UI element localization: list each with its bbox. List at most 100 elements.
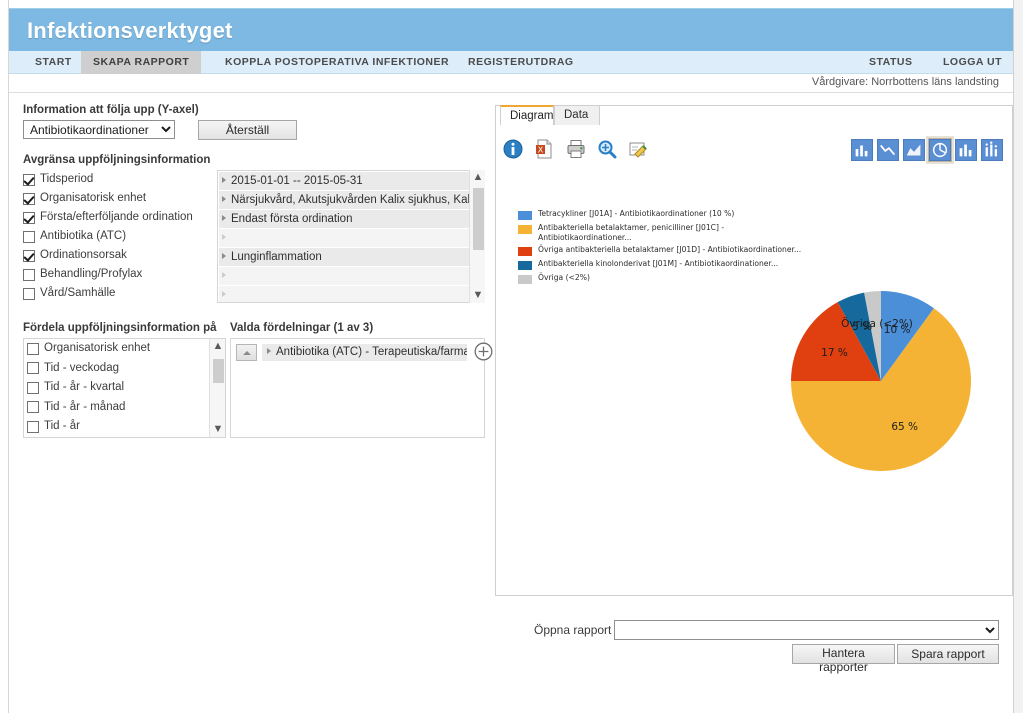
checkbox-unchecked[interactable] (27, 342, 39, 355)
criteria-value-row[interactable] (219, 229, 483, 247)
legend-item: Tetracykliner [J01A] - Antibiotikaordina… (518, 209, 818, 220)
criteria-value-row[interactable]: 2015-01-01 -- 2015-05-31 (219, 172, 483, 190)
line-chart-icon[interactable] (877, 139, 899, 161)
criteria-value-list: 2015-01-01 -- 2015-05-31 Närsjukvård, Aku… (217, 170, 485, 303)
page-left-edge (0, 0, 9, 713)
selected-distribution-chip[interactable]: Antibiotika (ATC) - Terapeutiska/farma (262, 344, 467, 361)
legend-label: Övriga antibakteriella betalaktamer [J01… (538, 245, 802, 254)
info-icon[interactable] (502, 138, 524, 160)
criteria-value-row[interactable]: Lunginflammation (219, 248, 483, 266)
distribution-label: Tid - veckodag (44, 361, 119, 374)
legend-item: Antibakteriella betalaktamer, penicillin… (518, 223, 818, 242)
tab-diagram[interactable]: Diagram (500, 105, 554, 125)
print-icon[interactable] (565, 138, 587, 160)
criteria-label: Ordinationsorsak (40, 249, 127, 261)
chart-type-buttons (847, 136, 1003, 164)
nav-item-start[interactable]: START (23, 51, 84, 74)
distribution-row[interactable]: Tid - år (24, 417, 225, 437)
checkbox-unchecked[interactable] (23, 268, 35, 281)
tab-data[interactable]: Data (554, 105, 600, 125)
bar-chart-icon[interactable] (851, 139, 873, 161)
scroll-up-arrow-icon[interactable]: ▲ (210, 339, 225, 354)
y-axis-select[interactable]: Antibiotikaordinationer (23, 120, 175, 139)
criteria-value-label: Lunginflammation (231, 251, 322, 263)
criteria-row[interactable]: Tidsperiod (23, 170, 215, 189)
legend-swatch (518, 225, 532, 234)
expand-triangle-icon (222, 290, 226, 297)
nav-item-status[interactable]: STATUS (857, 51, 924, 74)
nav-item-skapa-rapport[interactable]: SKAPA RAPPORT (81, 51, 202, 74)
distribution-scrollbar[interactable]: ▲ ▼ (209, 339, 225, 437)
checkbox-unchecked[interactable] (27, 362, 39, 375)
distribution-row[interactable]: Tid - år - månad (24, 398, 225, 418)
column-chart-icon[interactable] (955, 139, 977, 161)
criteria-label: Första/efterföljande ordination (40, 211, 193, 223)
scrollbar-thumb[interactable] (213, 359, 224, 383)
criteria-value-row[interactable]: Endast första ordination (219, 210, 483, 228)
export-excel-icon[interactable]: X (533, 138, 555, 160)
expand-triangle-icon (222, 195, 226, 202)
distribution-row[interactable]: Tid - veckodag (24, 359, 225, 379)
provider-bar: Vårdgivare: Norrbottens läns landsting (9, 74, 1013, 93)
checkbox-unchecked[interactable] (30, 436, 42, 437)
checkbox-checked[interactable] (23, 211, 35, 224)
scroll-down-arrow-icon[interactable]: ▼ (210, 422, 225, 437)
expand-triangle-icon (267, 347, 271, 354)
reset-button[interactable]: Återställ (198, 120, 297, 140)
scroll-up-arrow-icon[interactable]: ▲ (470, 170, 486, 185)
save-report-button[interactable]: Spara rapport (897, 644, 999, 664)
criteria-row[interactable]: Ordinationsorsak (23, 246, 215, 265)
nav-item-logga-ut[interactable]: LOGGA UT (931, 51, 1014, 74)
distribution-label: Organisatorisk enhet (44, 342, 151, 354)
chart-tabs: Diagram Data (495, 105, 1013, 125)
move-up-button[interactable] (236, 344, 257, 361)
criteria-row[interactable]: Organisatorisk enhet (23, 189, 215, 208)
pie-chart-icon[interactable] (926, 136, 954, 164)
criteria-row[interactable]: Antibiotika (ATC) (23, 227, 215, 246)
criteria-value-row[interactable] (219, 267, 483, 285)
criteria-value-label: Närsjukvård, Akutsjukvården Kalix sjukhu… (231, 194, 471, 206)
criteria-row[interactable]: Vård/Samhälle (23, 284, 215, 303)
distribution-label: Tid - år - kvartal (44, 381, 125, 393)
app-header: Infektionsverktyget (9, 8, 1013, 51)
distribution-row-partial[interactable] (24, 436, 225, 437)
checkbox-checked[interactable] (23, 173, 35, 186)
criteria-row[interactable]: Första/efterföljande ordination (23, 208, 215, 227)
open-report-select[interactable] (614, 620, 999, 640)
checkbox-checked[interactable] (23, 249, 35, 262)
edit-chart-icon[interactable] (627, 138, 649, 160)
provider-name: Vårdgivare: Norrbottens läns landsting (811, 76, 999, 88)
criteria-value-row[interactable]: Närsjukvård, Akutsjukvården Kalix sjukhu… (219, 191, 483, 209)
distribution-row[interactable]: Tid - år - kvartal (24, 378, 225, 398)
distribution-row[interactable]: Organisatorisk enhet (24, 339, 225, 359)
criteria-scrollbar[interactable]: ▲ ▼ (469, 170, 485, 303)
chart-legend: Tetracykliner [J01A] - Antibiotikaordina… (518, 209, 818, 287)
checkbox-unchecked[interactable] (23, 230, 35, 243)
main-navigation: START SKAPA RAPPORT KOPPLA POSTOPERATIVA I… (9, 51, 1013, 74)
area-chart-icon[interactable] (903, 139, 925, 161)
scroll-down-arrow-icon[interactable]: ▼ (470, 288, 486, 303)
zoom-in-icon[interactable] (596, 138, 618, 160)
manage-reports-button[interactable]: Hantera rapporter (792, 644, 895, 674)
criteria-value-label: Endast första ordination (231, 213, 353, 225)
checkbox-unchecked[interactable] (23, 287, 35, 300)
checkbox-unchecked[interactable] (27, 381, 39, 394)
page-scrollbar-track[interactable] (1013, 0, 1023, 713)
checkbox-unchecked[interactable] (27, 420, 39, 433)
scatter-chart-icon[interactable] (981, 139, 1003, 161)
distribution-section-title: Fördela uppföljningsinformation på (23, 322, 217, 334)
pie-svg (791, 291, 971, 472)
nav-item-registerutdrag[interactable]: REGISTERUTDRAG (456, 51, 586, 74)
scrollbar-thumb[interactable] (473, 188, 484, 250)
checkbox-unchecked[interactable] (27, 401, 39, 414)
y-axis-label: Information att följa upp (Y-axel) (23, 104, 199, 116)
criteria-label: Tidsperiod (40, 173, 94, 185)
criteria-value-row[interactable] (219, 286, 483, 302)
add-distribution-button[interactable] (474, 342, 493, 361)
criteria-value-label: 2015-01-01 -- 2015-05-31 (231, 175, 363, 187)
criteria-section-title: Avgränsa uppföljningsinformation (23, 154, 211, 166)
expand-triangle-icon (222, 252, 226, 259)
checkbox-checked[interactable] (23, 192, 35, 205)
nav-item-koppla-postoperativa-infektioner[interactable]: KOPPLA POSTOPERATIVA INFEKTIONER (213, 51, 461, 74)
criteria-row[interactable]: Behandling/Profylax (23, 265, 215, 284)
